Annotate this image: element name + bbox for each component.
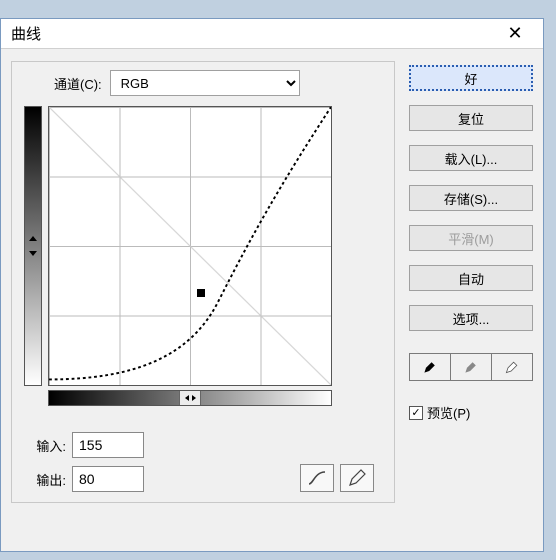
output-label: 输出: [24, 470, 66, 489]
input-gradient-bar[interactable] [48, 390, 332, 406]
horizontal-arrows-icon[interactable] [179, 391, 201, 405]
pencil-tool-icon [347, 468, 367, 488]
output-gradient-bar[interactable] [24, 106, 42, 386]
input-label: 输入: [24, 436, 66, 455]
curve-grid[interactable] [48, 106, 332, 386]
channel-label: 通道(C): [54, 74, 102, 93]
curves-dialog: 曲线 ✕ 通道(C): RGB [0, 18, 544, 552]
window-title: 曲线 [11, 23, 41, 44]
close-icon[interactable]: ✕ [495, 22, 535, 46]
titlebar: 曲线 ✕ [1, 19, 543, 49]
smooth-button[interactable]: 平滑(M) [409, 225, 533, 251]
preview-checkbox[interactable]: ✓ [409, 406, 423, 420]
save-button[interactable]: 存储(S)... [409, 185, 533, 211]
curve-tool-button[interactable] [300, 464, 334, 492]
output-field[interactable] [72, 466, 144, 492]
auto-button[interactable]: 自动 [409, 265, 533, 291]
options-button[interactable]: 选项... [409, 305, 533, 331]
eyedropper-white-icon [504, 359, 520, 375]
reset-button[interactable]: 复位 [409, 105, 533, 131]
input-field[interactable] [72, 432, 144, 458]
load-button[interactable]: 载入(L)... [409, 145, 533, 171]
eyedropper-white-button[interactable] [492, 353, 533, 381]
eyedropper-gray-button[interactable] [451, 353, 492, 381]
eyedropper-black-button[interactable] [409, 353, 451, 381]
preview-label: 预览(P) [427, 403, 470, 422]
eyedropper-black-icon [422, 359, 438, 375]
pencil-tool-button[interactable] [340, 464, 374, 492]
eyedropper-gray-icon [463, 359, 479, 375]
channel-select[interactable]: RGB [110, 70, 300, 96]
ok-button[interactable]: 好 [409, 65, 533, 91]
button-column: 好 复位 载入(L)... 存储(S)... 平滑(M) 自动 选项... [409, 61, 533, 503]
curve-line [49, 107, 331, 385]
curves-panel: 通道(C): RGB [11, 61, 395, 503]
curve-control-point[interactable] [197, 289, 205, 297]
curve-tool-icon [307, 468, 327, 488]
vertical-arrows-icon [25, 107, 41, 385]
